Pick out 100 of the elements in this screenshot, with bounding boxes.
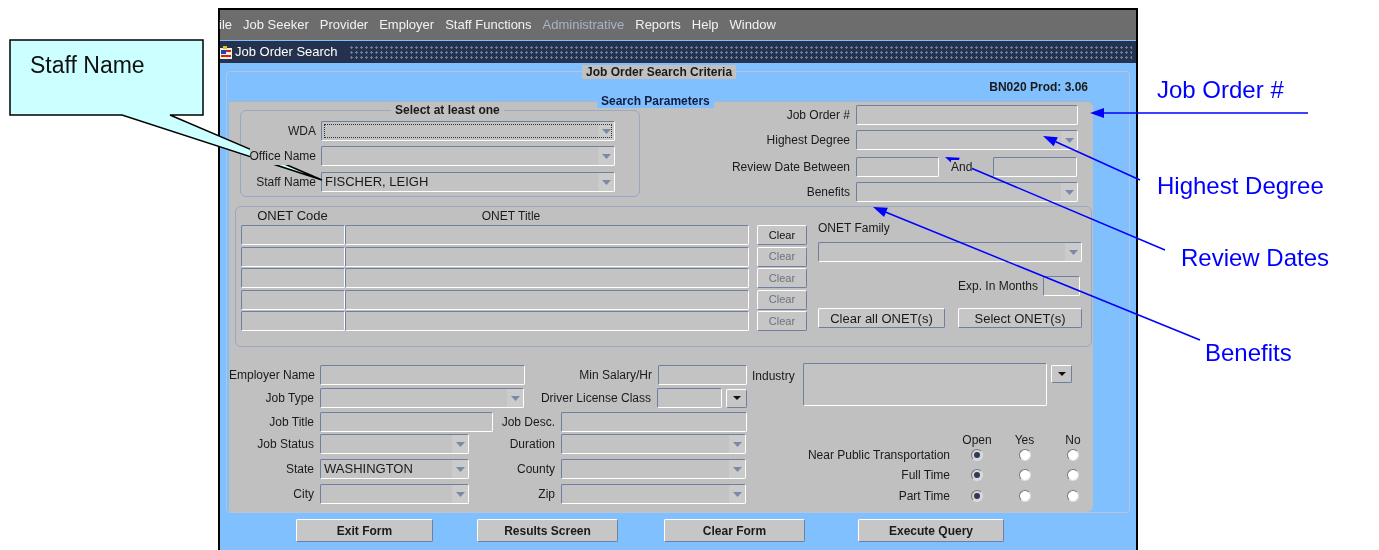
field-label: ONET Family	[818, 221, 891, 235]
dropdown-arrow-icon	[732, 466, 742, 472]
dropdown-arrow-icon	[732, 396, 741, 400]
text-field[interactable]	[993, 157, 1077, 177]
field-label: City	[292, 486, 315, 503]
text-field[interactable]	[241, 225, 345, 245]
field-label: State	[284, 461, 315, 478]
menu-item[interactable]: Help	[691, 15, 719, 35]
menu-item[interactable]: Window	[729, 15, 776, 35]
field-label: Benefits	[805, 184, 851, 201]
text-field[interactable]	[241, 268, 345, 288]
text-field[interactable]	[856, 157, 939, 177]
field-label: And	[951, 160, 973, 174]
text-field[interactable]	[345, 311, 749, 331]
clear-button[interactable]: Clear	[757, 225, 807, 245]
dropdown-field[interactable]	[321, 121, 615, 141]
text-area[interactable]	[803, 363, 1047, 406]
menu-item[interactable]: Employer	[379, 15, 435, 35]
column-header: No	[1064, 435, 1082, 445]
dropdown-button[interactable]	[726, 388, 747, 408]
dropdown-field[interactable]	[561, 434, 746, 454]
menu-item[interactable]: Reports	[635, 15, 681, 35]
dropdown-button[interactable]	[1051, 365, 1072, 383]
dropdown-arrow-icon	[601, 153, 611, 159]
menu-item[interactable]: Staff Functions	[445, 15, 532, 35]
menu-item[interactable]: Job Seeker	[243, 15, 309, 35]
group-title: Select at least one	[391, 103, 504, 117]
panel-title: Search Parameters	[597, 95, 714, 108]
dropdown-field[interactable]: FISCHER, LEIGH	[321, 172, 615, 192]
text-field[interactable]	[1043, 276, 1080, 296]
callout-text: Staff Name	[30, 51, 145, 79]
form-button[interactable]: Clear Form	[664, 519, 805, 542]
text-field[interactable]	[561, 412, 747, 432]
dropdown-field[interactable]	[561, 484, 746, 504]
dropdown-field[interactable]	[818, 242, 1082, 262]
field-label: Review Date Between	[730, 159, 851, 176]
form-icon	[220, 45, 232, 59]
radio-button[interactable]	[1067, 449, 1079, 461]
form-button[interactable]: Execute Query	[858, 519, 1004, 542]
field-label: Job Desc.	[500, 414, 556, 431]
dropdown-arrow-icon	[510, 395, 520, 401]
form-button[interactable]: Results Screen	[477, 519, 618, 542]
dropdown-arrow-icon	[601, 128, 611, 134]
dropdown-field[interactable]	[320, 434, 469, 454]
dropdown-arrow-icon	[455, 491, 465, 497]
dropdown-field[interactable]	[561, 459, 746, 479]
dropdown-arrow-icon	[601, 179, 611, 185]
dropdown-field[interactable]: WASHINGTON	[320, 459, 469, 479]
field-label: Exp. In Months	[957, 278, 1039, 295]
text-field[interactable]	[856, 105, 1078, 125]
text-field[interactable]	[320, 365, 525, 385]
radio-button[interactable]	[1018, 490, 1031, 502]
text-field[interactable]	[658, 365, 747, 385]
field-label: Job Type	[264, 390, 315, 407]
field-label: Job Title	[268, 414, 315, 431]
field-label: Job Order #	[785, 107, 851, 124]
radio-button[interactable]	[971, 490, 983, 502]
menu-item[interactable]: Provider	[319, 15, 369, 35]
column-header: ONET Title	[480, 208, 542, 225]
field-label: Job Status	[256, 436, 315, 453]
field-label: Industry	[751, 368, 796, 385]
form-button[interactable]: Exit Form	[296, 519, 433, 542]
column-header: Yes	[1013, 435, 1036, 445]
text-field[interactable]	[345, 225, 749, 245]
text-field[interactable]	[345, 289, 749, 310]
text-field[interactable]	[241, 311, 345, 331]
field-label: Duration	[508, 436, 556, 453]
radio-button[interactable]	[971, 469, 983, 481]
annotation-label: Highest Degree	[1157, 172, 1324, 200]
field-label: Min Salary/Hr	[578, 367, 653, 384]
dropdown-arrow-icon	[732, 441, 742, 447]
field-label: Employer Name	[229, 367, 317, 384]
radio-button[interactable]	[971, 449, 983, 461]
dropdown-field[interactable]	[856, 130, 1078, 150]
text-field[interactable]	[241, 246, 345, 267]
frame-title: Job Order Search Criteria	[582, 65, 737, 79]
dropdown-arrow-icon	[1057, 372, 1066, 376]
radio-button[interactable]	[1018, 469, 1031, 481]
dropdown-field[interactable]	[320, 388, 524, 408]
option-label: Near Public Transportation	[806, 447, 951, 464]
text-field[interactable]	[657, 388, 722, 408]
field-label: WDA	[288, 123, 316, 140]
onet-button[interactable]: Clear all ONET(s)	[818, 308, 945, 328]
version-text: BN020 Prod: 3.06	[989, 79, 1088, 96]
radio-button[interactable]	[1018, 449, 1031, 461]
radio-button[interactable]	[1067, 469, 1079, 481]
text-field[interactable]	[320, 412, 493, 432]
menu-item[interactable]: ile	[219, 15, 232, 35]
text-field[interactable]	[345, 268, 749, 288]
text-field[interactable]	[241, 289, 345, 310]
dropdown-field[interactable]	[856, 182, 1078, 202]
text-field[interactable]	[345, 246, 749, 267]
dropdown-arrow-icon	[1064, 137, 1074, 143]
radio-button[interactable]	[1067, 490, 1079, 502]
dropdown-field[interactable]	[321, 146, 615, 166]
dropdown-arrow-icon	[1064, 189, 1074, 195]
dropdown-field[interactable]	[320, 484, 469, 504]
annotation-label: Review Dates	[1181, 244, 1330, 272]
dropdown-arrow-icon	[455, 466, 465, 472]
onet-button[interactable]: Select ONET(s)	[958, 308, 1082, 328]
